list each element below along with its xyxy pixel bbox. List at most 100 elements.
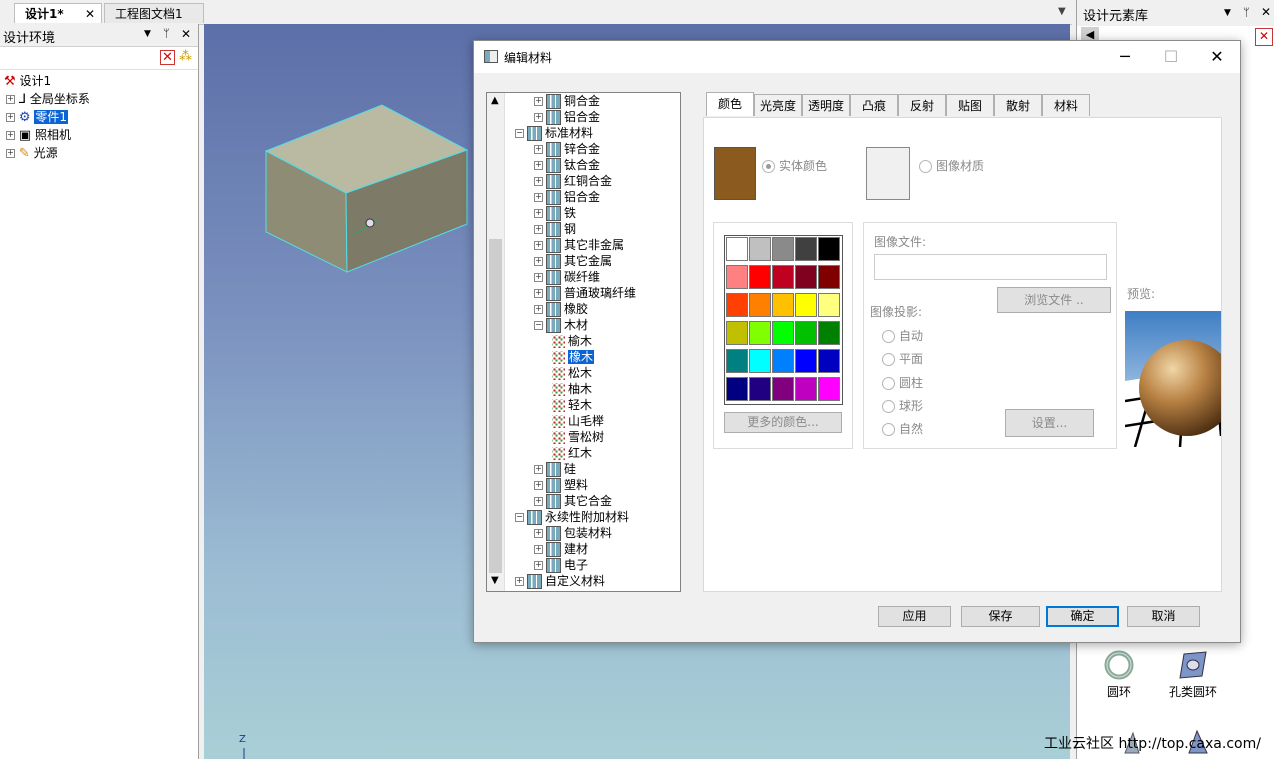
scroll-thumb[interactable] <box>489 239 502 573</box>
solid-color-option[interactable]: 实体颜色 <box>762 157 827 174</box>
material-tree-item[interactable]: + 铝合金 <box>534 109 600 125</box>
expand-icon[interactable]: + <box>534 209 543 218</box>
tree-scrollbar[interactable]: ▲ ▼ <box>487 93 505 591</box>
palette-swatch[interactable] <box>749 265 771 289</box>
palette-swatch[interactable] <box>772 237 794 261</box>
tree-item-part1[interactable]: + ⚙ 零件1 <box>6 108 68 126</box>
palette-swatch[interactable] <box>726 377 748 401</box>
panel-dropdown-icon[interactable]: ▼ <box>1224 8 1231 18</box>
palette-swatch[interactable] <box>726 321 748 345</box>
expand-icon[interactable]: + <box>534 145 543 154</box>
expand-icon[interactable]: + <box>534 481 543 490</box>
palette-swatch[interactable] <box>772 293 794 317</box>
close-tab-icon[interactable]: ✕ <box>85 4 95 24</box>
tab-transparency[interactable]: 透明度 <box>802 94 850 116</box>
library-item-hole-torus[interactable]: 孔类圆环 <box>1165 650 1221 704</box>
expand-icon[interactable]: + <box>534 561 543 570</box>
library-item-torus[interactable]: 圆环 <box>1101 650 1137 704</box>
palette-swatch[interactable] <box>818 377 840 401</box>
close-panel-icon[interactable]: ✕ <box>1261 5 1271 19</box>
save-button[interactable]: 保存 <box>961 606 1040 627</box>
material-tree-item[interactable]: + 其它金属 <box>534 253 612 269</box>
material-tree-item[interactable]: 松木 <box>552 365 592 381</box>
ok-button[interactable]: 确定 <box>1046 606 1119 627</box>
expand-icon[interactable]: + <box>534 193 543 202</box>
image-material-option[interactable]: 图像材质 <box>919 157 984 174</box>
scroll-up-icon[interactable]: ▲ <box>491 95 499 106</box>
material-tree-item[interactable]: + 其它非金属 <box>534 237 624 253</box>
collapse-icon[interactable]: − <box>534 321 543 330</box>
palette-swatch[interactable] <box>795 349 817 373</box>
projection-auto[interactable]: 自动 <box>882 327 923 344</box>
pin-icon[interactable]: ᛘ <box>1243 6 1250 19</box>
expand-icon[interactable]: + <box>534 529 543 538</box>
material-tree-item[interactable]: − 标准材料 <box>515 125 593 141</box>
expand-icon[interactable]: + <box>6 149 15 158</box>
palette-swatch[interactable] <box>749 349 771 373</box>
palette-swatch[interactable] <box>795 265 817 289</box>
tab-design1[interactable]: 设计1* ✕ <box>14 3 102 23</box>
palette-swatch[interactable] <box>818 237 840 261</box>
expand-icon[interactable]: + <box>534 305 543 314</box>
palette-swatch[interactable] <box>749 237 771 261</box>
tab-bump[interactable]: 凸痕 <box>850 94 898 116</box>
palette-swatch[interactable] <box>749 377 771 401</box>
maximize-button[interactable]: ☐ <box>1148 41 1194 73</box>
sparkle-tool-icon[interactable]: ⁂ <box>179 49 192 64</box>
collapse-icon[interactable]: − <box>515 513 524 522</box>
projection-sphere[interactable]: 球形 <box>882 397 923 414</box>
expand-icon[interactable]: + <box>534 225 543 234</box>
material-tree-item[interactable]: + 包装材料 <box>534 525 612 541</box>
material-tree-item[interactable]: − 永续性附加材料 <box>515 509 629 525</box>
tree-item-design1[interactable]: ⚒ 设计1 <box>4 72 51 90</box>
tab-texture[interactable]: 贴图 <box>946 94 994 116</box>
palette-swatch[interactable] <box>818 265 840 289</box>
palette-swatch[interactable] <box>726 349 748 373</box>
browse-file-button[interactable]: 浏览文件 .. <box>997 287 1111 313</box>
material-tree-item[interactable]: 柚木 <box>552 381 592 397</box>
expand-icon[interactable]: + <box>534 241 543 250</box>
material-tree-item[interactable]: + 铝合金 <box>534 189 600 205</box>
tree-item-global-axis[interactable]: + ⅃ 全局坐标系 <box>6 90 90 108</box>
material-tree-item[interactable]: + 橡胶 <box>534 301 588 317</box>
delete-icon[interactable]: ✕ <box>160 50 175 65</box>
expand-icon[interactable]: + <box>515 577 524 586</box>
material-tree[interactable]: ▲ ▼ + 铜合金 + 铝合金 − 标准材料 + 锌合金 + 钛合金 + 红铜合金 + 铝合金 + 铁 + 钢 + 其… <box>486 92 681 592</box>
palette-swatch[interactable] <box>795 377 817 401</box>
expand-icon[interactable]: + <box>6 131 15 140</box>
tab-glossiness[interactable]: 光亮度 <box>754 94 802 116</box>
palette-swatch[interactable] <box>818 293 840 317</box>
palette-swatch[interactable] <box>726 293 748 317</box>
palette-swatch[interactable] <box>772 349 794 373</box>
material-tree-item[interactable]: 山毛榉 <box>552 413 604 429</box>
expand-icon[interactable]: + <box>534 97 543 106</box>
expand-icon[interactable]: + <box>534 257 543 266</box>
color-palette[interactable] <box>724 235 843 405</box>
current-color-swatch[interactable] <box>714 147 756 200</box>
expand-icon[interactable]: + <box>534 161 543 170</box>
apply-button[interactable]: 应用 <box>878 606 951 627</box>
material-tree-item[interactable]: + 铁 <box>534 205 576 221</box>
material-tree-item[interactable]: 雪松树 <box>552 429 604 445</box>
palette-swatch[interactable] <box>772 321 794 345</box>
palette-swatch[interactable] <box>726 237 748 261</box>
material-tree-item[interactable]: + 普通玻璃纤维 <box>534 285 636 301</box>
close-dialog-button[interactable]: ✕ <box>1194 41 1240 73</box>
pin-icon[interactable]: ᛘ <box>163 27 170 40</box>
expand-icon[interactable]: + <box>534 545 543 554</box>
material-tree-item[interactable]: + 锌合金 <box>534 141 600 157</box>
scroll-down-icon[interactable]: ▼ <box>491 575 499 586</box>
palette-swatch[interactable] <box>772 265 794 289</box>
collapse-icon[interactable]: − <box>515 129 524 138</box>
expand-icon[interactable]: + <box>534 273 543 282</box>
tab-dropdown-icon[interactable]: ▼ <box>1058 6 1066 17</box>
cancel-button[interactable]: 取消 <box>1127 606 1200 627</box>
material-tree-item[interactable]: + 钛合金 <box>534 157 600 173</box>
image-material-radio[interactable] <box>919 160 932 173</box>
material-tree-item[interactable]: 橡木 <box>552 349 595 365</box>
projection-natural[interactable]: 自然 <box>882 420 923 437</box>
material-tree-item[interactable]: + 塑料 <box>534 477 588 493</box>
expand-icon[interactable]: + <box>534 497 543 506</box>
more-colors-button[interactable]: 更多的颜色... <box>724 412 842 433</box>
tree-item-light[interactable]: + ✎ 光源 <box>6 144 58 162</box>
